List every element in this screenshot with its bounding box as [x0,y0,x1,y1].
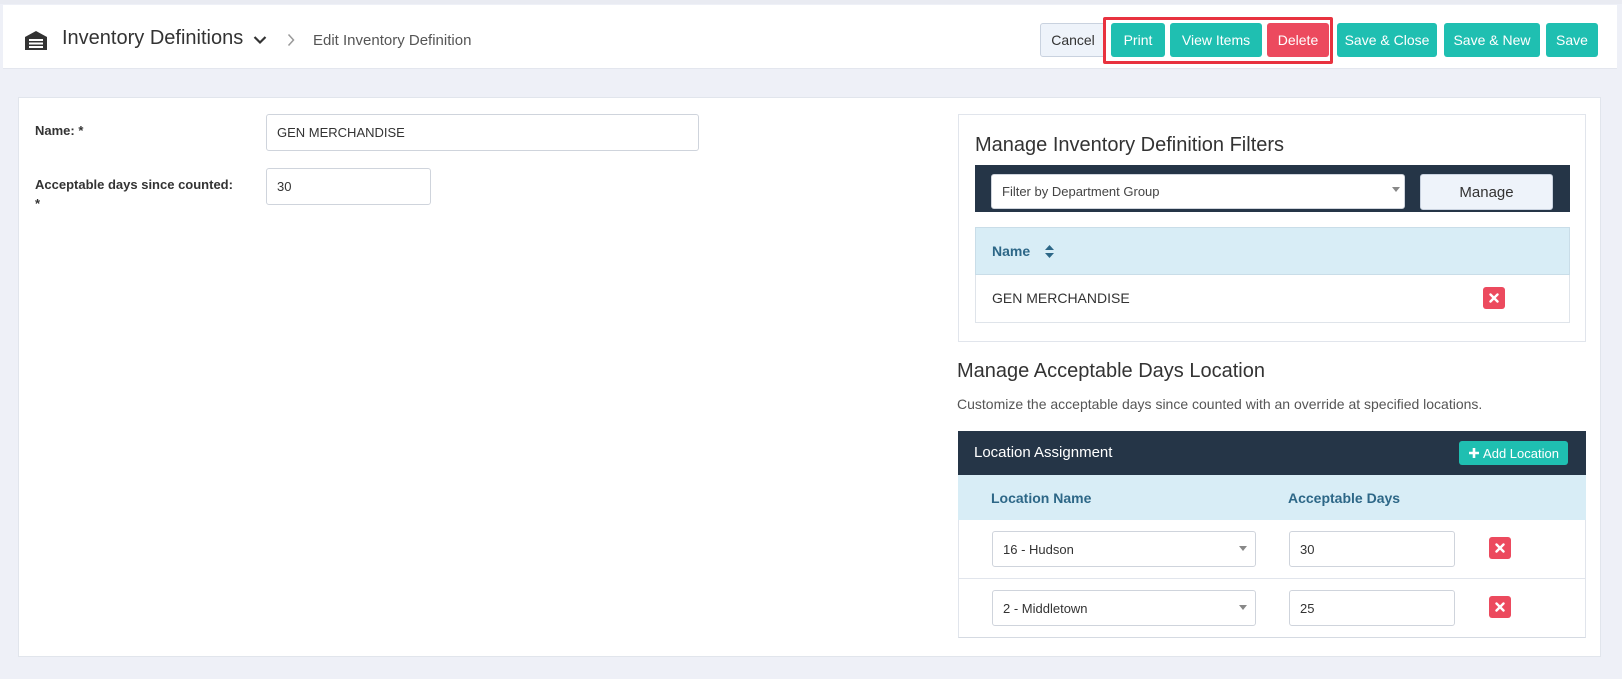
name-label: Name: * [35,123,84,138]
select-caret-icon [1392,187,1400,192]
acceptable-days-input[interactable]: 30 [266,168,431,205]
save-button[interactable]: Save [1546,23,1598,57]
save-new-button[interactable]: Save & New [1444,23,1540,57]
highlight-box [1103,17,1333,64]
locations-table-header: Location Name Acceptable Days [958,475,1586,520]
page-title: Inventory Definitions [62,27,244,49]
chevron-down-icon[interactable] [253,35,267,45]
location-select[interactable]: 2 - Middletown [992,590,1256,626]
location-assignment-bar: Location Assignment Add Location [958,431,1586,475]
location-select[interactable]: 16 - Hudson [992,531,1256,567]
location-assignment-title: Location Assignment [974,444,1113,461]
select-caret-icon [1239,605,1247,610]
table-row: 2 - Middletown 25 [958,579,1586,638]
breadcrumb-separator-icon [287,33,295,47]
acceptable-days-required-mark: * [35,196,41,211]
select-caret-icon [1239,546,1247,551]
close-icon [1489,293,1499,303]
filter-name-cell: GEN MERCHANDISE [992,290,1130,306]
table-row: GEN MERCHANDISE [975,275,1570,323]
plus-icon [1469,448,1480,458]
manage-button[interactable]: Manage [1420,174,1553,210]
close-icon [1495,602,1505,612]
locations-title: Manage Acceptable Days Location [957,360,1265,382]
column-header-acceptable-days: Acceptable Days [1288,490,1401,506]
table-row: 16 - Hudson 30 [958,520,1586,579]
save-close-button[interactable]: Save & Close [1337,23,1437,57]
close-icon [1495,543,1505,553]
locations-description: Customize the acceptable days since coun… [957,396,1483,412]
breadcrumb-current: Edit Inventory Definition [313,32,472,49]
warehouse-icon [25,31,47,50]
filter-toolbar: Filter by Department Group Manage [975,165,1570,212]
department-group-select[interactable]: Filter by Department Group [991,174,1405,209]
column-header-name[interactable]: Name [992,243,1030,259]
remove-filter-button[interactable] [1483,287,1505,309]
sort-icon[interactable] [1045,245,1054,258]
acceptable-days-override-input[interactable]: 30 [1289,531,1455,567]
add-location-label: Add Location [1483,445,1559,461]
top-strip [0,0,1622,4]
column-header-location-name: Location Name [991,490,1092,506]
remove-location-button[interactable] [1489,537,1511,559]
page-header: Inventory Definitions Edit Inventory Def… [3,5,1617,69]
filters-title: Manage Inventory Definition Filters [975,134,1285,156]
filters-table-header: Name [975,227,1570,275]
remove-location-button[interactable] [1489,596,1511,618]
filters-panel: Manage Inventory Definition Filters Filt… [958,114,1586,342]
acceptable-days-override-input[interactable]: 25 [1289,590,1455,626]
add-location-button[interactable]: Add Location [1459,441,1568,465]
cancel-button[interactable]: Cancel [1040,23,1106,57]
acceptable-days-label: Acceptable days since counted: [35,177,233,192]
name-input[interactable]: GEN MERCHANDISE [266,114,699,151]
